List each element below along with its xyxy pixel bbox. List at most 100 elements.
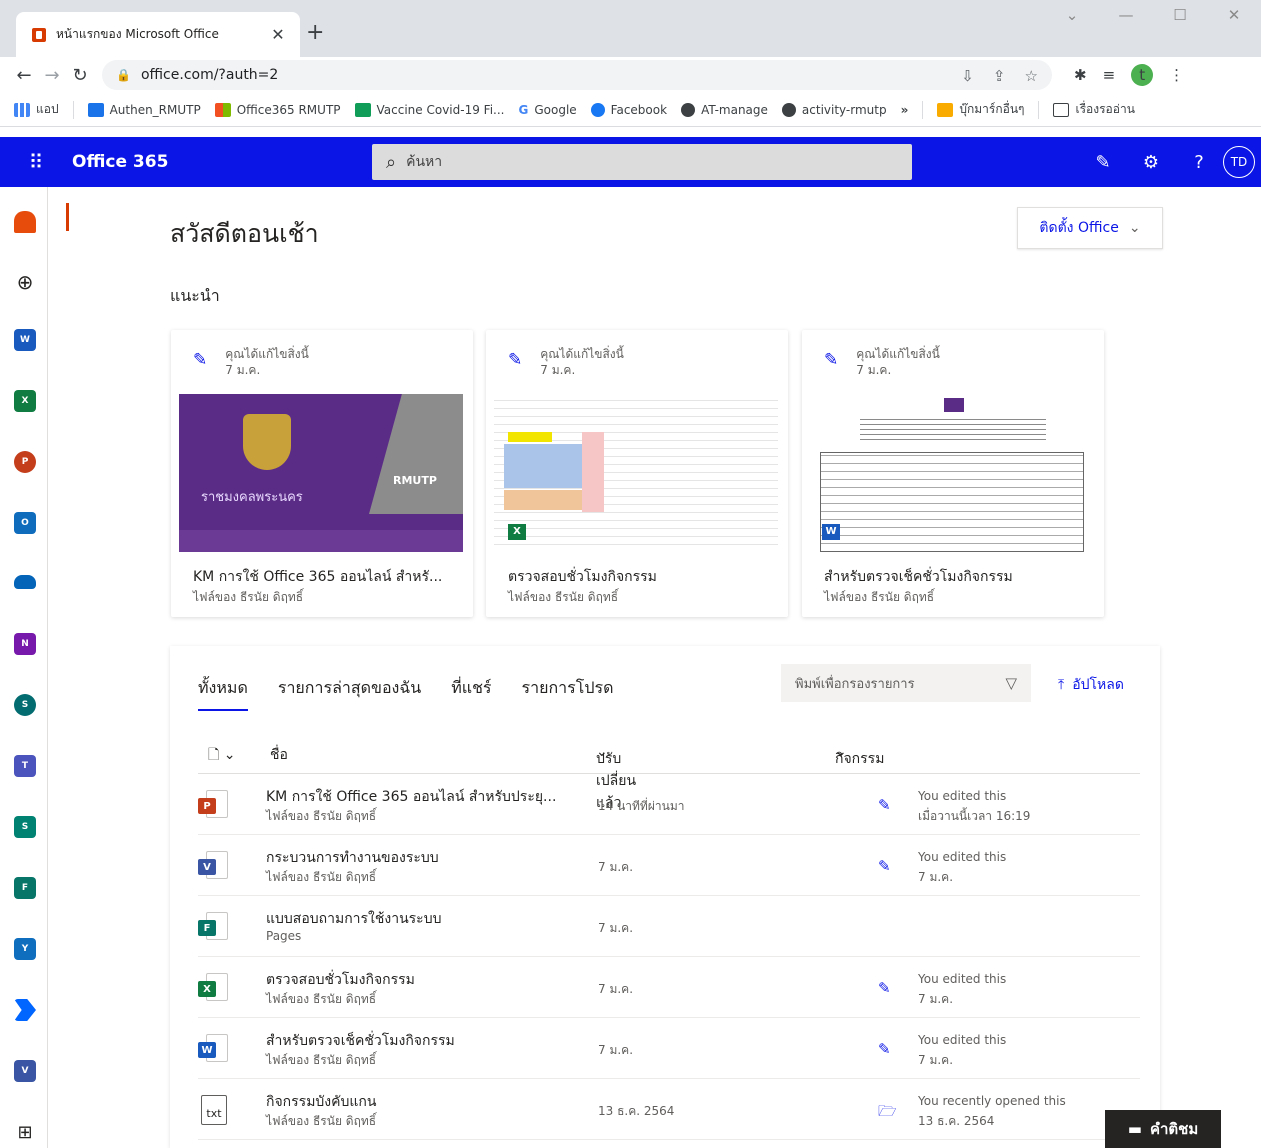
- column-modified[interactable]: ปรับเปลี่ยนแล้ว ⌄: [596, 744, 636, 811]
- file-list-panel: ทั้งหมด รายการล่าสุดของฉัน ที่แชร์ รายกา…: [170, 646, 1160, 1148]
- onedrive-icon[interactable]: [14, 575, 36, 589]
- column-header-row: 🗋 ⌄ ชื่อ ปรับเปลี่ยนแล้ว ⌄ กิจกรรม ⌄: [198, 740, 1140, 811]
- bookmark-google[interactable]: G Google: [518, 103, 576, 117]
- app-launcher-icon[interactable]: ⠿: [0, 150, 72, 174]
- card-title: สำหรับตรวจเช็คชั่วโมงกิจกรรม: [824, 569, 1013, 585]
- tab-close-icon[interactable]: ✕: [268, 25, 288, 44]
- brand-title[interactable]: Office 365: [72, 152, 372, 172]
- table-row[interactable]: P KM การใช้ Office 365 ออนไลน์ สำหรับประ…: [198, 774, 1140, 835]
- word-badge-icon: W: [822, 524, 840, 540]
- reload-icon[interactable]: ↻: [66, 65, 94, 86]
- close-window-icon[interactable]: ✕: [1207, 6, 1261, 24]
- address-bar[interactable]: 🔒 office.com/?auth=2 ⇩ ⇪ ☆: [102, 60, 1052, 90]
- upload-arrow-icon: ⤒: [1058, 677, 1065, 693]
- reading-list-icon[interactable]: ≡: [1103, 66, 1116, 84]
- globe-icon: [681, 102, 696, 117]
- powerpoint-icon[interactable]: P: [14, 451, 36, 473]
- teams-icon[interactable]: T: [14, 755, 36, 777]
- extensions-icon[interactable]: ✱: [1074, 66, 1087, 84]
- column-activity[interactable]: กิจกรรม ⌄: [835, 744, 884, 767]
- activity-text: You edited this: [918, 789, 1007, 803]
- yammer-icon[interactable]: Y: [14, 938, 36, 960]
- create-icon[interactable]: ⊕: [14, 270, 36, 294]
- minimize-icon[interactable]: —: [1099, 6, 1153, 24]
- bookmark-reading-list[interactable]: เรื่องรออ่าน: [1053, 100, 1135, 119]
- bookmark-apps[interactable]: แอป: [14, 100, 59, 119]
- url-text[interactable]: office.com/?auth=2: [141, 67, 947, 83]
- forms-icon[interactable]: F: [14, 877, 36, 899]
- tab-favorites[interactable]: รายการโปรด: [522, 676, 614, 711]
- account-avatar[interactable]: TD: [1223, 146, 1255, 178]
- upload-button[interactable]: ⤒ อัปโหลด: [1058, 674, 1124, 696]
- table-row[interactable]: W สำหรับตรวจเช็คชั่วโมงกิจกรรม ไฟล์ของ ธ…: [198, 1018, 1140, 1079]
- lock-icon[interactable]: 🔒: [116, 68, 131, 82]
- new-tab-icon[interactable]: +: [306, 20, 324, 45]
- file-name[interactable]: KM การใช้ Office 365 ออนไลน์ สำหรับประยุ…: [266, 786, 556, 808]
- bookmark-activity[interactable]: activity-rmutp: [781, 102, 887, 117]
- forward-icon[interactable]: →: [38, 65, 66, 86]
- file-modified: 14 นาทีที่ผ่านมา: [598, 799, 685, 813]
- visio-icon[interactable]: V: [14, 1060, 36, 1082]
- table-row[interactable]: F แบบสอบถามการใช้งานระบบ Pages 7 ม.ค.: [198, 896, 1140, 957]
- power-automate-icon[interactable]: [14, 999, 36, 1021]
- filter-funnel-icon[interactable]: ▽: [1005, 674, 1017, 692]
- onenote-icon[interactable]: N: [14, 633, 36, 655]
- tab-search-icon[interactable]: ⌄: [1045, 6, 1099, 24]
- profile-avatar[interactable]: t: [1131, 64, 1154, 86]
- file-name[interactable]: ตรวจสอบชั่วโมงกิจกรรม: [266, 969, 415, 991]
- maximize-icon[interactable]: ☐: [1153, 6, 1207, 24]
- share-icon[interactable]: ⇪: [993, 67, 1006, 85]
- activity-when: 13 ธ.ค. 2564: [918, 1114, 995, 1128]
- install-app-icon[interactable]: ⇩: [961, 67, 974, 85]
- sway-icon[interactable]: S: [14, 816, 36, 838]
- file-name[interactable]: กิจกรรมบังคับแกน: [266, 1091, 376, 1113]
- bookmark-authen[interactable]: Authen_RMUTP: [87, 102, 201, 117]
- file-name[interactable]: กระบวนการทำงานของระบบ: [266, 847, 439, 869]
- browser-tab[interactable]: หน้าแรกของ Microsoft Office ✕: [16, 12, 300, 57]
- filter-input[interactable]: พิมพ์เพื่อกรองรายการ ▽: [781, 664, 1031, 702]
- back-icon[interactable]: ←: [10, 65, 38, 86]
- help-icon[interactable]: ?: [1175, 152, 1223, 173]
- excel-icon[interactable]: X: [14, 390, 36, 412]
- activity-text: You edited this: [918, 1033, 1007, 1047]
- tab-shared[interactable]: ที่แชร์: [451, 676, 491, 711]
- browser-tabstrip: หน้าแรกของ Microsoft Office ✕ + ⌄ — ☐ ✕: [0, 0, 1261, 57]
- bookmark-vaccine[interactable]: Vaccine Covid-19 Fi...: [354, 102, 504, 117]
- bookmarks-overflow[interactable]: »: [901, 103, 909, 117]
- table-row[interactable]: V กระบวนการทำงานของระบบ ไฟล์ของ ธีรนัย ด…: [198, 835, 1140, 896]
- recommended-card[interactable]: ✎ คุณได้แก้ไขสิ่งนี้ 7 ม.ค. W สำหรับตรวจ…: [802, 330, 1104, 617]
- thumb-banner: [179, 530, 463, 552]
- outlook-icon[interactable]: O: [14, 512, 36, 534]
- sharepoint-icon[interactable]: S: [14, 694, 36, 716]
- card-date: 7 ม.ค.: [856, 363, 892, 377]
- home-icon[interactable]: [14, 211, 36, 233]
- file-name[interactable]: แบบสอบถามการใช้งานระบบ: [266, 908, 441, 930]
- bookmark-star-icon[interactable]: ☆: [1025, 67, 1038, 85]
- tab-all[interactable]: ทั้งหมด: [198, 676, 248, 711]
- all-apps-icon[interactable]: ⊞: [14, 1121, 36, 1143]
- install-office-button[interactable]: ติดตั้ง Office ⌄: [1017, 207, 1163, 249]
- bookmark-label: Office365 RMUTP: [236, 102, 341, 117]
- tab-recent[interactable]: รายการล่าสุดของฉัน: [278, 676, 421, 711]
- bookmark-other[interactable]: บุ๊กมาร์กอื่นๆ: [937, 100, 1024, 119]
- file-type-column-icon[interactable]: 🗋 ⌄: [208, 744, 235, 768]
- bookmark-label: บุ๊กมาร์กอื่นๆ: [959, 102, 1025, 116]
- sheets-icon: [354, 102, 371, 117]
- file-name[interactable]: สำหรับตรวจเช็คชั่วโมงกิจกรรม: [266, 1030, 455, 1052]
- word-icon[interactable]: W: [14, 329, 36, 351]
- feedback-button[interactable]: ▬ คำติชม: [1105, 1110, 1221, 1148]
- sheet-block: [582, 432, 604, 512]
- my-day-icon[interactable]: ✎: [1079, 152, 1127, 173]
- settings-gear-icon[interactable]: ⚙: [1127, 152, 1175, 173]
- column-name[interactable]: ชื่อ: [270, 744, 288, 766]
- recommended-card[interactable]: ✎ คุณได้แก้ไขสิ่งนี้ 7 ม.ค. X ตรวจสอบชั่…: [486, 330, 788, 617]
- search-box[interactable]: ⌕ ค้นหา: [372, 144, 912, 180]
- table-row[interactable]: txt กิจกรรมบังคับแกน ไฟล์ของ ธีรนัย ดิฤท…: [198, 1079, 1140, 1140]
- card-date: 7 ม.ค.: [540, 363, 576, 377]
- bookmark-at-manage[interactable]: AT-manage: [681, 102, 768, 117]
- menu-icon[interactable]: ⋮: [1169, 66, 1184, 84]
- bookmark-office365[interactable]: Office365 RMUTP: [214, 102, 341, 117]
- bookmark-facebook[interactable]: Facebook: [590, 102, 667, 117]
- recommended-card[interactable]: ✎ คุณได้แก้ไขสิ่งนี้ 7 ม.ค. ราชมงคลพระนค…: [171, 330, 473, 617]
- table-row[interactable]: X ตรวจสอบชั่วโมงกิจกรรม ไฟล์ของ ธีรนัย ด…: [198, 957, 1140, 1018]
